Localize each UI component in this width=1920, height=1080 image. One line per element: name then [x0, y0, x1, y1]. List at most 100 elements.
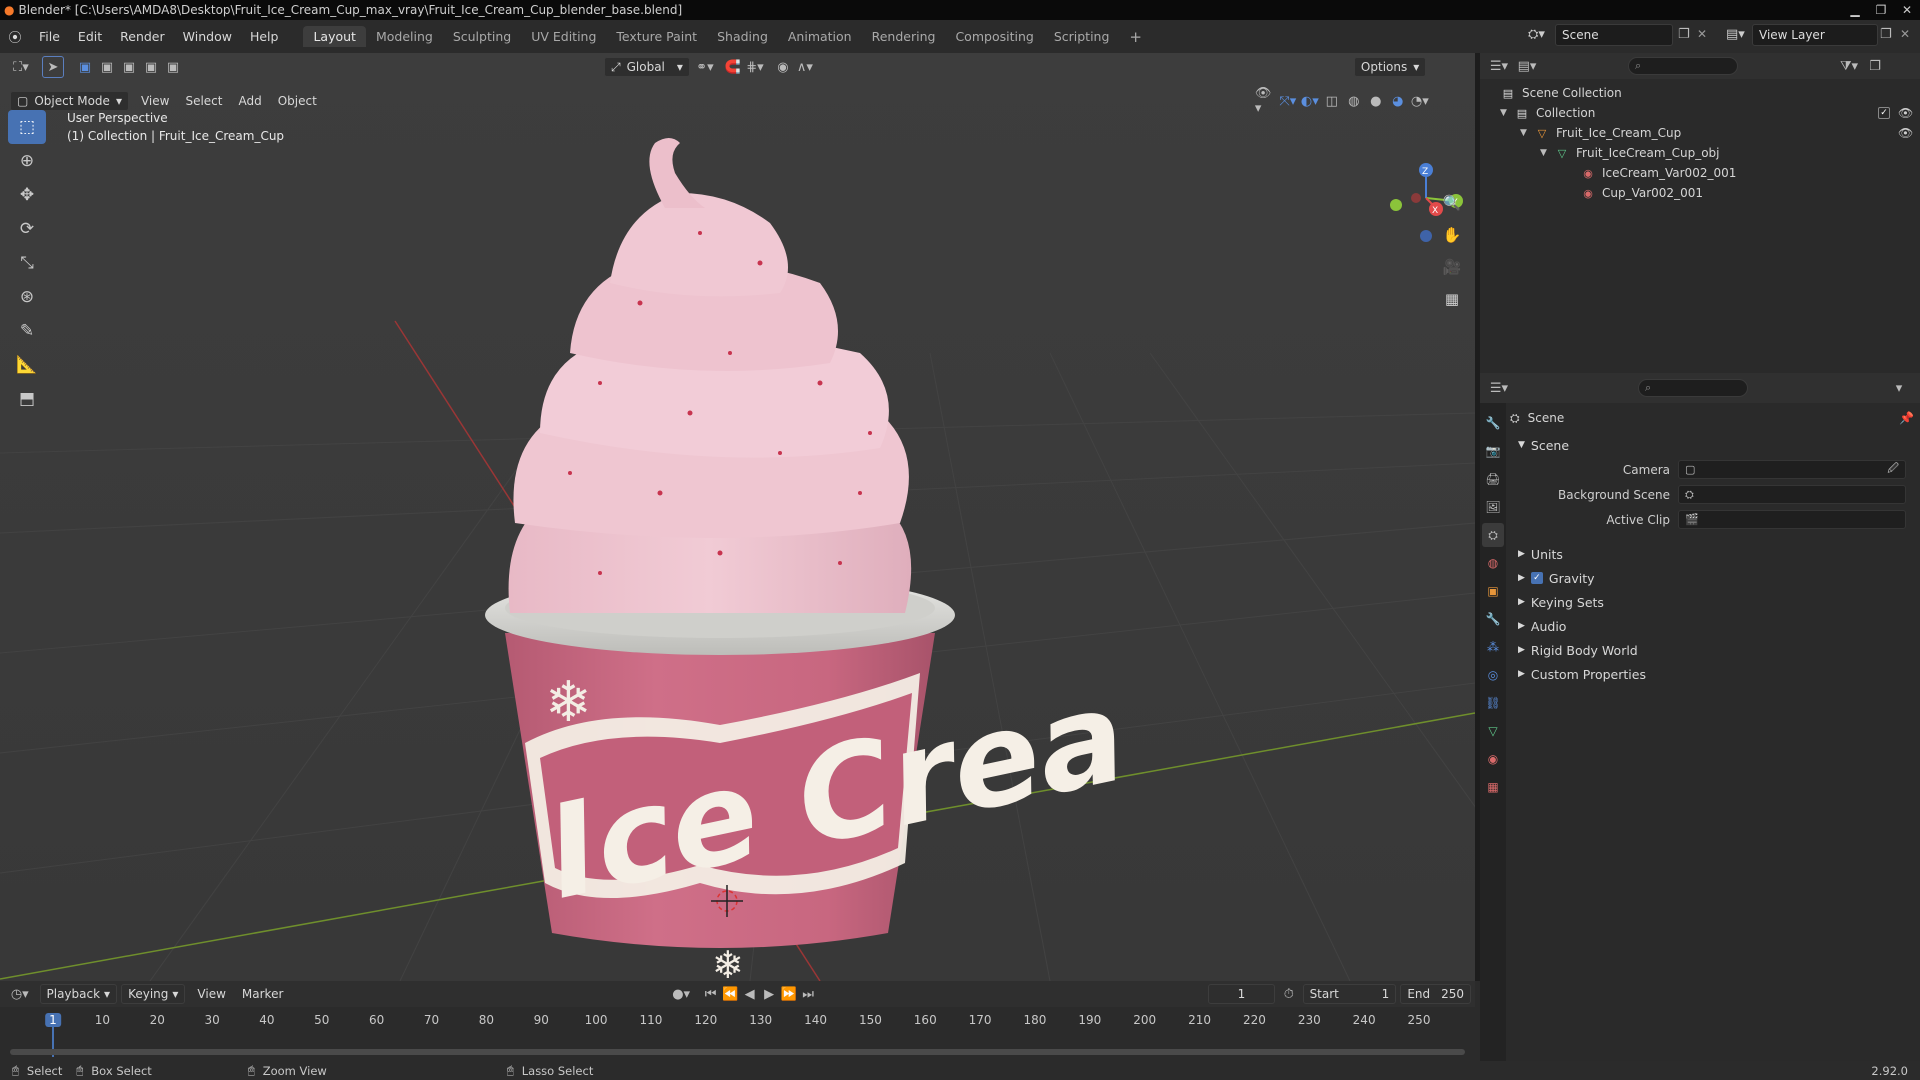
- texture-tab-icon[interactable]: ▦: [1482, 775, 1504, 799]
- select-box-tool-icon[interactable]: ⬚: [8, 110, 46, 144]
- start-frame-field[interactable]: Start 1: [1302, 984, 1397, 1004]
- rendered-shading-icon[interactable]: ◔▾: [1409, 90, 1431, 112]
- snap-icon[interactable]: 🧲: [722, 56, 744, 78]
- timeline-menu-view[interactable]: View: [189, 987, 233, 1001]
- eye-icon[interactable]: 👁: [1898, 126, 1913, 140]
- options-dropdown[interactable]: Options ▾: [1353, 57, 1427, 77]
- scene-tab-icon[interactable]: ⛭: [1482, 523, 1504, 547]
- outliner-row-cup-var002-001[interactable]: ◉ Cup_Var002_001: [1480, 183, 1920, 203]
- tab-uv-editing[interactable]: UV Editing: [521, 26, 606, 47]
- keying-menu[interactable]: Keying ▾: [121, 984, 186, 1004]
- zoom-icon[interactable]: 🔍: [1438, 190, 1466, 216]
- transform-orientation-dropdown[interactable]: ⤢ Global ▾: [604, 57, 690, 77]
- properties-search-input[interactable]: ⌕: [1638, 379, 1748, 397]
- close-icon[interactable]: ✕: [1894, 0, 1920, 20]
- camera-field[interactable]: ▢ 🖉: [1678, 460, 1906, 479]
- constraints-tab-icon[interactable]: ⛓: [1482, 691, 1504, 715]
- audio-panel-header[interactable]: ▶ Audio: [1510, 614, 1920, 638]
- eyedropper-icon[interactable]: 🖉: [1887, 460, 1899, 479]
- jump-keyframe-forward-icon[interactable]: ⏩: [779, 983, 799, 1005]
- delete-scene-icon[interactable]: ✕: [1697, 27, 1707, 41]
- viewport-menu-select[interactable]: Select: [177, 94, 230, 108]
- playback-menu[interactable]: Playback ▾: [39, 984, 118, 1004]
- tool-tab-icon[interactable]: 🔧: [1482, 411, 1504, 435]
- scale-tool-icon[interactable]: ⤡: [8, 246, 46, 280]
- transform-tool-icon[interactable]: ⊛: [8, 280, 46, 314]
- viewport-scene[interactable]: Ice Crea ❄ ❄ Z Y X: [0, 53, 1475, 981]
- render-tab-icon[interactable]: 📷: [1482, 439, 1504, 463]
- delete-view-layer-icon[interactable]: ✕: [1900, 27, 1910, 41]
- outliner-row-fruit-ice-cream-cup[interactable]: ▼ ▽ Fruit_Ice_Cream_Cup 👁: [1480, 123, 1920, 143]
- expand-arrow-icon[interactable]: ▼: [1500, 108, 1514, 118]
- properties-editor-type-icon[interactable]: ☰▾: [1488, 377, 1510, 399]
- mode-dropdown[interactable]: ▢ Object Mode ▾: [10, 91, 129, 111]
- add-cube-tool-icon[interactable]: ⬒: [8, 382, 46, 416]
- rigid-body-world-panel-header[interactable]: ▶ Rigid Body World: [1510, 638, 1920, 662]
- timeline-scrollbar[interactable]: [10, 1049, 1465, 1055]
- restore-icon[interactable]: ❐: [1868, 0, 1894, 20]
- record-icon[interactable]: ●▾: [671, 983, 691, 1005]
- end-frame-field[interactable]: End 250: [1400, 984, 1472, 1004]
- units-panel-header[interactable]: ▶ Units: [1510, 542, 1920, 566]
- wireframe-shading-icon[interactable]: ◍: [1343, 90, 1365, 112]
- world-tab-icon[interactable]: ◍: [1482, 551, 1504, 575]
- view-layer-icon[interactable]: ▤▾: [1726, 27, 1745, 42]
- outliner-row-icecream-var002-001[interactable]: ◉ IceCream_Var002_001: [1480, 163, 1920, 183]
- current-frame-field[interactable]: 1: [1207, 984, 1276, 1004]
- gravity-panel-header[interactable]: ▶ ✓ Gravity: [1510, 566, 1920, 590]
- filter-icon[interactable]: ⧩▾: [1838, 55, 1860, 77]
- jump-end-icon[interactable]: ⏭: [798, 983, 818, 1005]
- expand-arrow-icon[interactable]: ▼: [1520, 128, 1534, 138]
- exclude-checkbox[interactable]: ✓: [1878, 107, 1890, 119]
- tab-layout[interactable]: Layout: [303, 26, 366, 47]
- blender-menu-icon[interactable]: ⦿: [0, 27, 30, 46]
- move-tool-icon[interactable]: ✥: [8, 178, 46, 212]
- tab-texture-paint[interactable]: Texture Paint: [606, 26, 707, 47]
- tab-sculpting[interactable]: Sculpting: [443, 26, 521, 47]
- particles-tab-icon[interactable]: ⁂: [1482, 635, 1504, 659]
- minimize-icon[interactable]: ▁: [1842, 0, 1868, 20]
- ortho-grid-icon[interactable]: ▦: [1438, 286, 1466, 312]
- view-layer-tab-icon[interactable]: 🖼: [1482, 495, 1504, 519]
- falloff-icon[interactable]: ∧▾: [794, 56, 816, 78]
- new-view-layer-icon[interactable]: ❐: [1880, 27, 1892, 42]
- select-box-extend-icon[interactable]: ▣: [96, 56, 118, 78]
- outliner-editor-type-icon[interactable]: ☰▾: [1488, 55, 1510, 77]
- jump-start-icon[interactable]: ⏮: [701, 983, 721, 1005]
- outliner-row-collection[interactable]: ▼ ▤ Collection ✓ 👁: [1480, 103, 1920, 123]
- active-clip-field[interactable]: 🎬: [1678, 510, 1906, 529]
- timeline-editor-type-icon[interactable]: ◷▾: [10, 983, 30, 1005]
- display-mode-icon[interactable]: ▤▾: [1516, 55, 1538, 77]
- frame-ruler[interactable]: 1 10 20 30 40 50 60 70 80 90 100 110 120 130 140 150 160…: [0, 1007, 1475, 1057]
- outliner-row-fruit-icecream-cup-obj[interactable]: ▼ ▽ Fruit_IceCream_Cup_obj: [1480, 143, 1920, 163]
- annotate-tool-icon[interactable]: ✎: [8, 314, 46, 348]
- material-shading-icon[interactable]: ◕: [1387, 90, 1409, 112]
- camera-view-icon[interactable]: 🎥: [1438, 254, 1466, 280]
- scene-selector[interactable]: Scene: [1555, 24, 1673, 46]
- outliner-search-input[interactable]: ⌕: [1628, 57, 1738, 75]
- object-data-tab-icon[interactable]: ▽: [1482, 719, 1504, 743]
- background-scene-field[interactable]: ⛭: [1678, 485, 1906, 504]
- select-box-intersect-icon[interactable]: ▣: [162, 56, 184, 78]
- jump-keyframe-back-icon[interactable]: ⏪: [720, 983, 740, 1005]
- snap-target-icon[interactable]: ⋕▾: [744, 56, 766, 78]
- output-tab-icon[interactable]: 🖨: [1482, 467, 1504, 491]
- outliner-row-scene-collection[interactable]: ▤ Scene Collection: [1480, 83, 1920, 103]
- material-tab-icon[interactable]: ◉: [1482, 747, 1504, 771]
- object-visibility-icon[interactable]: 👁▾: [1255, 86, 1277, 116]
- custom-properties-panel-header[interactable]: ▶ Custom Properties: [1510, 662, 1920, 686]
- tab-rendering[interactable]: Rendering: [862, 26, 946, 47]
- eye-icon[interactable]: 👁: [1898, 106, 1913, 120]
- preview-range-icon[interactable]: ⏱: [1279, 983, 1299, 1005]
- play-reverse-icon[interactable]: ◀: [740, 983, 760, 1005]
- menu-render[interactable]: Render: [111, 29, 174, 44]
- keying-sets-panel-header[interactable]: ▶ Keying Sets: [1510, 590, 1920, 614]
- xray-toggle-icon[interactable]: ◫: [1321, 90, 1343, 112]
- select-tool-icon[interactable]: ➤: [42, 56, 64, 78]
- object-tab-icon[interactable]: ▣: [1482, 579, 1504, 603]
- expand-arrow-icon[interactable]: ▼: [1540, 148, 1554, 158]
- scene-panel-header[interactable]: ▼ Scene: [1510, 433, 1920, 457]
- current-frame-marker[interactable]: 1: [45, 1013, 61, 1027]
- play-icon[interactable]: ▶: [759, 983, 779, 1005]
- scene-selector-icon[interactable]: ⛭▾: [1528, 27, 1545, 42]
